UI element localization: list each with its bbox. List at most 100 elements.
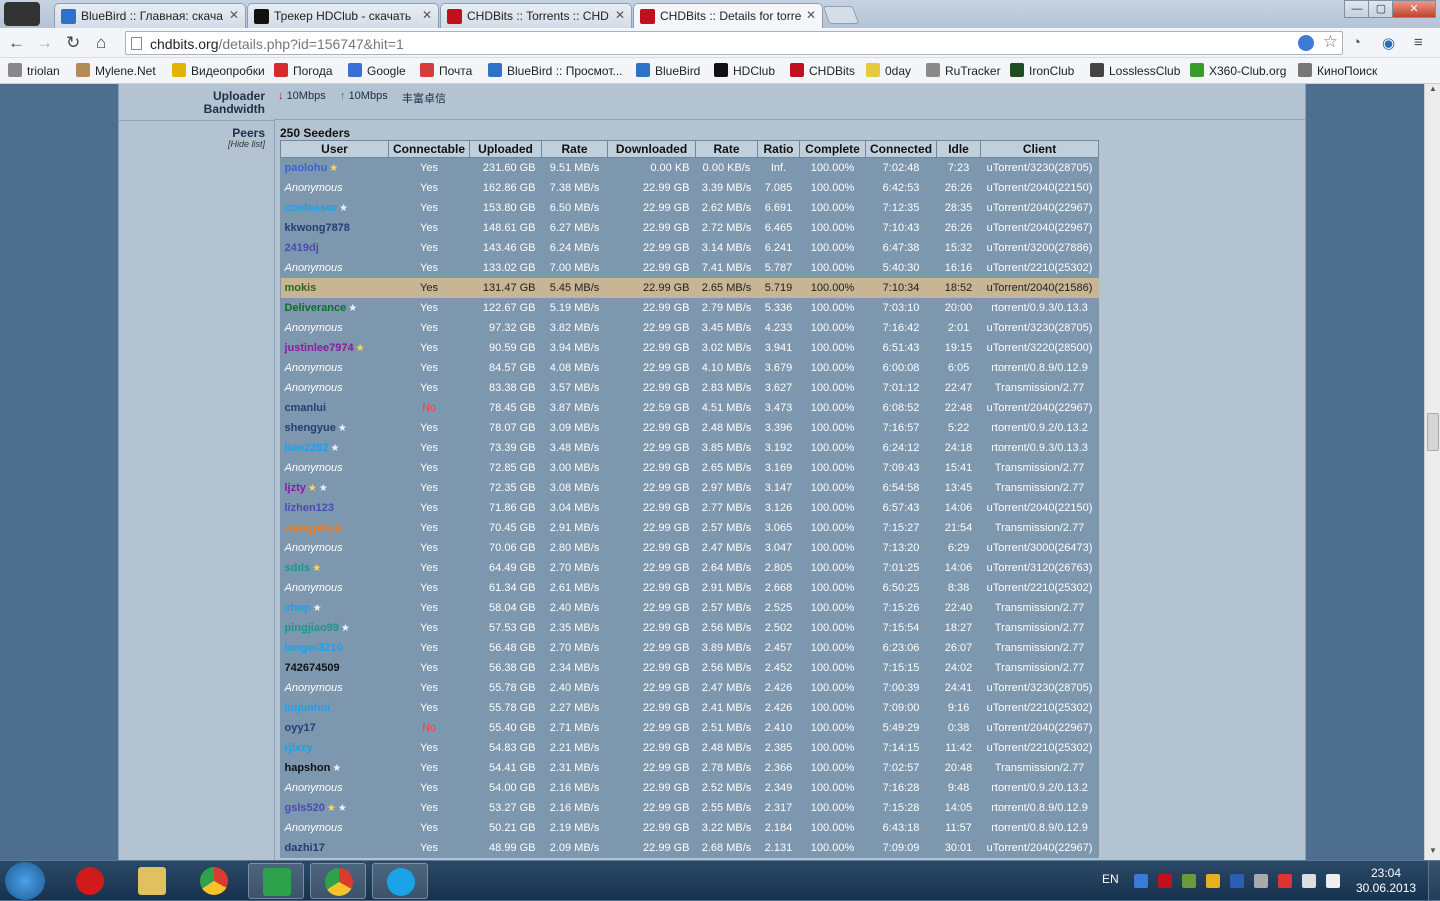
reload-icon[interactable]: ↻ — [66, 33, 80, 53]
start-button[interactable] — [5, 862, 45, 900]
bookmark-item[interactable]: RuTracker — [926, 63, 1001, 78]
user-link[interactable]: cmanlui — [285, 402, 327, 414]
user-link[interactable]: dazhi17 — [285, 842, 325, 854]
user-link[interactable]: paolohu — [285, 162, 328, 174]
user-link[interactable]: chnp — [285, 602, 311, 614]
user-link[interactable]: longer3210 — [285, 642, 343, 654]
column-header[interactable]: Rate — [541, 140, 609, 158]
bookmark-item[interactable]: Google — [348, 63, 406, 78]
scroll-down-icon[interactable]: ▼ — [1425, 846, 1440, 860]
hide-list-link[interactable]: [Hide list] — [119, 139, 271, 149]
bookmark-item[interactable]: X360-Club.org — [1190, 63, 1286, 78]
bookmark-item[interactable]: 0day — [866, 63, 911, 78]
user-link[interactable]: lizhen123 — [285, 502, 335, 514]
new-tab-button[interactable] — [822, 6, 860, 24]
taskbar-opera[interactable] — [62, 863, 118, 899]
close-icon[interactable]: ✕ — [229, 8, 239, 22]
taskbar-chrome-active[interactable] — [310, 863, 366, 899]
user-link[interactable]: justinlee7974 — [285, 342, 354, 354]
bookmark-item[interactable]: HDClub — [714, 63, 775, 78]
column-header[interactable]: Client — [980, 140, 1100, 158]
profile-avatar-icon[interactable] — [4, 2, 40, 26]
scroll-up-icon[interactable]: ▲ — [1425, 84, 1440, 98]
tab-chdbits-details[interactable]: CHDBits :: Details for torre ✕ — [633, 3, 823, 28]
user-link[interactable]: sdds — [285, 562, 311, 574]
taskbar-explorer[interactable] — [124, 863, 180, 899]
bookmark-item[interactable]: Почта — [420, 63, 472, 78]
taskbar-utorrent[interactable] — [248, 863, 304, 899]
column-header[interactable]: Rate — [695, 140, 759, 158]
bookmark-item[interactable]: BlueBird :: Просмот... — [488, 63, 623, 78]
minimize-button[interactable]: — — [1344, 0, 1370, 18]
user-link[interactable]: pingjiao99 — [285, 622, 339, 634]
tray-app-icon[interactable] — [1134, 874, 1148, 888]
user-link[interactable]: ljzty — [285, 482, 306, 494]
bookmark-star-icon[interactable]: ☆ — [1323, 32, 1338, 52]
close-icon[interactable]: ✕ — [422, 8, 432, 22]
taskbar-skype[interactable] — [372, 863, 428, 899]
network-icon[interactable] — [1302, 874, 1316, 888]
globe-icon[interactable]: ◉ — [1382, 34, 1395, 52]
user-link[interactable]: rjlxzy — [285, 742, 313, 754]
bookmark-item[interactable]: КиноПоиск — [1298, 63, 1377, 78]
user-link[interactable]: 742674509 — [285, 662, 340, 674]
back-icon[interactable]: ← — [8, 33, 25, 53]
scroll-thumb[interactable] — [1427, 413, 1439, 451]
tray-network-tool-icon[interactable] — [1182, 874, 1196, 888]
user-link[interactable]: oyy17 — [285, 722, 316, 734]
peer-up-cell: 84.57 GB — [489, 361, 536, 374]
tab-chdbits-torrents[interactable]: CHDBits :: Torrents :: CHD ✕ — [440, 3, 632, 28]
tab-hdclub[interactable]: Трекер HDClub - скачать ✕ — [247, 3, 439, 28]
column-header[interactable]: Idle — [936, 140, 982, 158]
forward-icon[interactable]: → — [36, 33, 53, 53]
tray-update-icon[interactable] — [1206, 874, 1220, 888]
user-link[interactable]: shengyue — [285, 422, 336, 434]
volume-icon[interactable] — [1326, 874, 1340, 888]
user-link[interactable]: hapshon — [285, 762, 331, 774]
bookmark-item[interactable]: triolan — [8, 63, 60, 78]
user-link[interactable]: wangpeiyu — [285, 522, 342, 534]
column-header[interactable]: Complete — [799, 140, 867, 158]
bookmark-item[interactable]: CHDBits — [790, 63, 855, 78]
column-header[interactable]: Downloaded — [607, 140, 697, 158]
search-engine-icon[interactable] — [1298, 35, 1314, 51]
bluetooth-icon[interactable] — [1230, 874, 1244, 888]
menu-icon[interactable]: ≡ — [1414, 34, 1423, 51]
column-header[interactable]: Connected — [865, 140, 938, 158]
user-link[interactable]: 2419dj — [285, 242, 319, 254]
user-link[interactable]: Deliverance — [285, 302, 347, 314]
system-clock[interactable]: 23:04 30.06.2013 — [1356, 866, 1416, 896]
user-link[interactable]: mokis — [285, 282, 317, 294]
tray-antivirus-icon[interactable] — [1158, 874, 1172, 888]
maximize-button[interactable]: ▢ — [1368, 0, 1394, 18]
home-icon[interactable]: ⌂ — [96, 33, 106, 53]
column-header[interactable]: Ratio — [757, 140, 801, 158]
bookmark-item[interactable]: BlueBird — [636, 63, 700, 78]
bookmark-item[interactable]: Погода — [274, 63, 333, 78]
bookmark-item[interactable]: IronClub — [1010, 63, 1074, 78]
bookmark-item[interactable]: LosslessClub — [1090, 63, 1180, 78]
tray-flag-icon[interactable] — [1278, 874, 1292, 888]
tab-bluebird[interactable]: BlueBird :: Главная: скача ✕ — [54, 3, 246, 28]
bookmark-item[interactable]: Видеопробки — [172, 63, 265, 78]
user-link[interactable]: confessor — [285, 202, 338, 214]
language-indicator[interactable]: EN — [1102, 872, 1119, 886]
bookmark-item[interactable]: Mylene.Net — [76, 63, 156, 78]
column-header[interactable]: User — [280, 140, 389, 158]
column-header[interactable]: Connectable — [387, 140, 471, 158]
peer-comp-cell: 100.00% — [810, 821, 855, 834]
close-window-button[interactable]: ✕ — [1392, 0, 1436, 18]
address-bar[interactable]: chdbits.org/details.php?id=156747&hit=1 … — [125, 31, 1343, 55]
close-icon[interactable]: ✕ — [806, 8, 816, 22]
taskbar-chrome[interactable] — [186, 863, 242, 899]
user-link[interactable]: lion2262 — [285, 442, 329, 454]
show-desktop-button[interactable] — [1428, 861, 1440, 901]
tray-usb-icon[interactable] — [1254, 874, 1268, 888]
close-icon[interactable]: ✕ — [615, 8, 625, 22]
column-header[interactable]: Uploaded — [469, 140, 543, 158]
page-scrollbar[interactable]: ▲ ▼ — [1424, 84, 1440, 860]
user-link[interactable]: liujunhui — [285, 702, 331, 714]
user-link[interactable]: kkwong7878 — [285, 222, 350, 234]
user-link[interactable]: gsls520 — [285, 802, 325, 814]
extension-icon[interactable]: ◔ — [1352, 34, 1361, 51]
